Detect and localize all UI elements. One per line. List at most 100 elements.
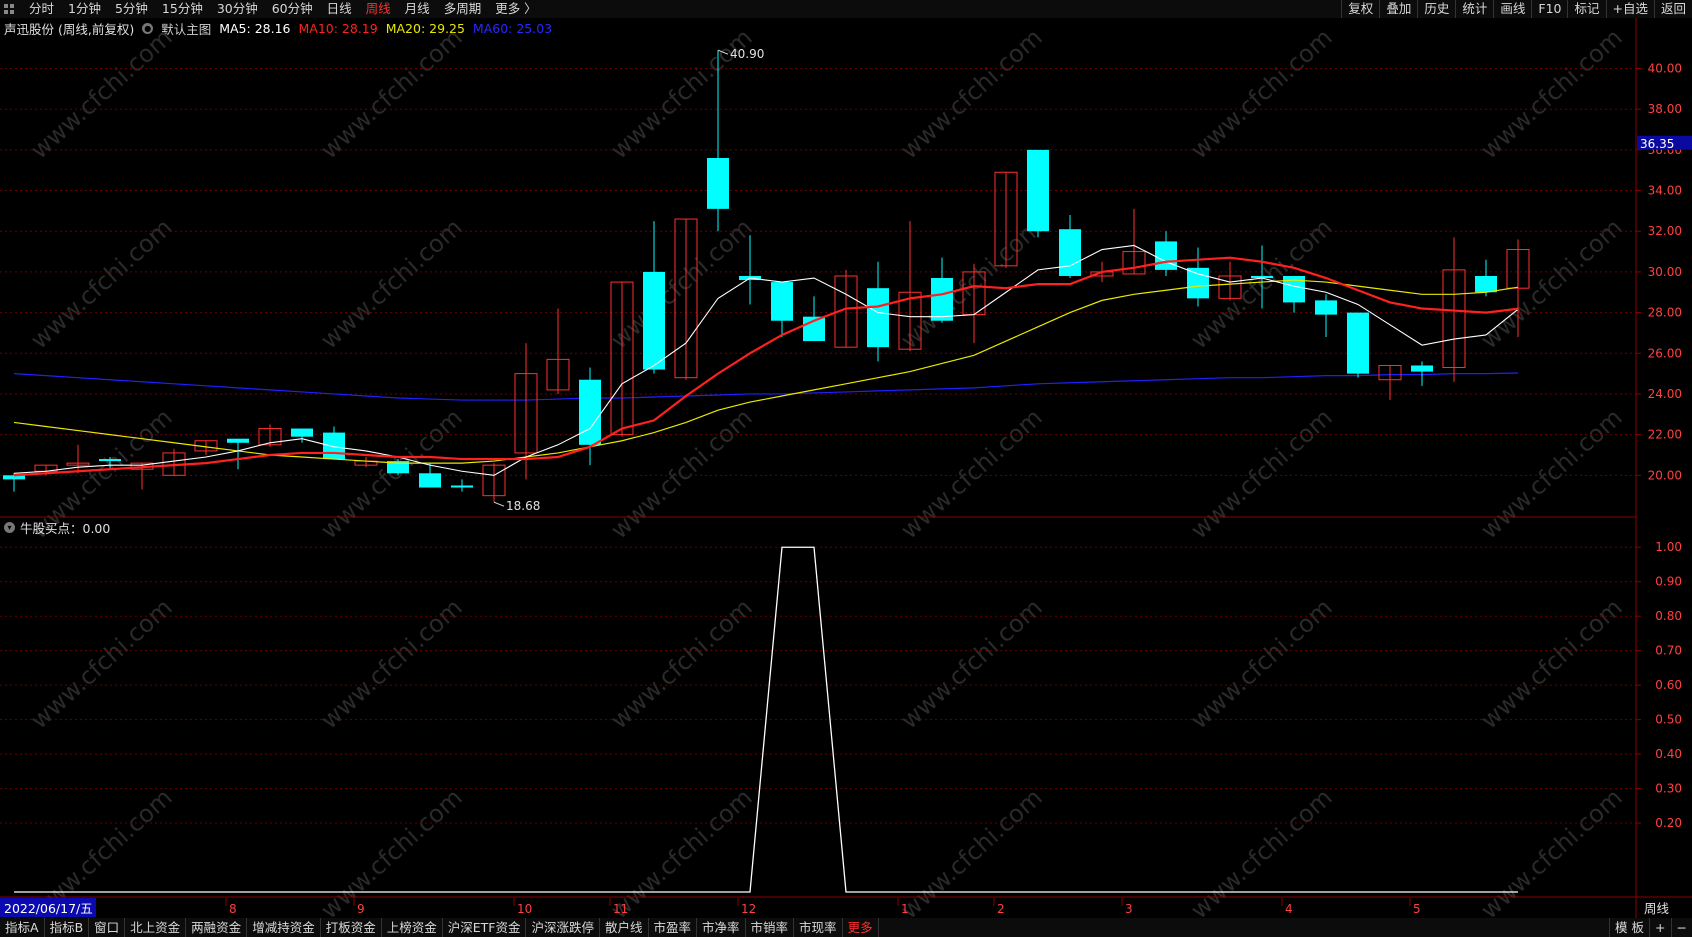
period-tab[interactable]: 多周期 bbox=[437, 0, 489, 18]
period-tab[interactable]: 周线 bbox=[359, 0, 398, 18]
axis-tick-label: 0.50 bbox=[1655, 713, 1682, 727]
candle-body bbox=[1442, 269, 1466, 369]
stock-title[interactable]: 声迅股份 (周线,前复权) bbox=[4, 19, 134, 38]
annotation-arrow bbox=[717, 49, 729, 55]
kline-chart[interactable]: www.cfchi.com www.cfchi.com www.cfchi.com w… bbox=[0, 0, 1692, 937]
watermark-text: www.cfchi.com bbox=[895, 213, 1047, 354]
bottom-tab[interactable]: 更多 bbox=[843, 918, 879, 937]
period-tab[interactable]: 5分钟 bbox=[108, 0, 155, 18]
axis-tick-label: 0.30 bbox=[1655, 782, 1682, 796]
price-tag-bg bbox=[1637, 135, 1692, 150]
period-tab[interactable]: 日线 bbox=[320, 0, 359, 18]
indicator-header: ▾ 牛股买点：0.00 bbox=[4, 518, 110, 537]
period-tab[interactable]: 分时 bbox=[22, 0, 61, 18]
watermark-text: www.cfchi.com bbox=[895, 593, 1047, 734]
bottom-tab[interactable]: 北上资金 bbox=[125, 918, 187, 937]
axis-tick-label: 26.00 bbox=[1648, 346, 1682, 360]
axis-tick-label: 0.90 bbox=[1655, 575, 1682, 589]
date-label-bg bbox=[0, 898, 96, 917]
axis-tick-label: 0.20 bbox=[1655, 816, 1682, 830]
tool-button[interactable]: F10 bbox=[1531, 0, 1567, 18]
date-label: 2022/06/17/五 bbox=[4, 901, 93, 916]
watermark-text: www.cfchi.com bbox=[1475, 783, 1627, 924]
corner-button[interactable]: − bbox=[1670, 918, 1692, 937]
axis-tick-label: 22.00 bbox=[1648, 428, 1682, 442]
bottom-tab[interactable]: 市净率 bbox=[697, 918, 746, 937]
watermark-text: www.cfchi.com bbox=[605, 593, 757, 734]
axis-tick-label: 30.00 bbox=[1648, 265, 1682, 279]
period-tab[interactable]: 60分钟 bbox=[265, 0, 320, 18]
period-tab[interactable]: 15分钟 bbox=[155, 0, 210, 18]
axis-tick-label: 28.00 bbox=[1648, 306, 1682, 320]
candle-body bbox=[546, 358, 570, 391]
bottom-tab[interactable]: 散户线 bbox=[600, 918, 649, 937]
watermark-text: www.cfchi.com bbox=[315, 593, 467, 734]
watermark-text: www.cfchi.com bbox=[1185, 403, 1337, 544]
candle-body bbox=[1059, 229, 1081, 276]
candle-body bbox=[482, 464, 506, 497]
candle-body bbox=[258, 428, 282, 446]
watermark-text: www.cfchi.com bbox=[25, 213, 177, 354]
bottom-tab[interactable]: 两融资金 bbox=[186, 918, 248, 937]
tool-button[interactable]: +自选 bbox=[1605, 0, 1654, 18]
chart-tools: 复权 叠加 历史 统计 画线 F10 标记 +自选 返回 bbox=[1341, 0, 1692, 18]
period-tab[interactable]: 更多 〉 bbox=[488, 0, 543, 18]
settings-circle-icon[interactable]: ● bbox=[142, 22, 154, 34]
tool-button[interactable]: 返回 bbox=[1653, 0, 1692, 18]
bottom-tab[interactable]: 市盈率 bbox=[649, 918, 698, 937]
period-tab[interactable]: 月线 bbox=[398, 0, 437, 18]
axis-tick-label: 0.70 bbox=[1655, 644, 1682, 658]
axis-tick-label: 1.00 bbox=[1655, 540, 1682, 554]
tool-button[interactable]: 标记 bbox=[1567, 0, 1605, 18]
watermark-text: www.cfchi.com bbox=[895, 23, 1047, 164]
bottom-tab[interactable]: 市现率 bbox=[794, 918, 843, 937]
watermark-text: www.cfchi.com bbox=[605, 213, 757, 354]
watermark-text: www.cfchi.com bbox=[315, 213, 467, 354]
bottom-tab[interactable]: 市销率 bbox=[746, 918, 795, 937]
tool-button[interactable]: 叠加 bbox=[1379, 0, 1417, 18]
month-label: 1 bbox=[901, 902, 909, 916]
bottom-tab[interactable]: 窗口 bbox=[89, 918, 126, 937]
watermark-text: www.cfchi.com bbox=[1185, 783, 1337, 924]
watermark-text: www.cfchi.com bbox=[25, 593, 177, 734]
bottom-tab[interactable]: 指标B bbox=[45, 918, 90, 937]
candle-body bbox=[194, 440, 218, 452]
bottom-tabs-bar: 指标A 指标B 窗口 北上资金 两融资金 增减持资金 打板资金 上榜资金 沪深ETF资金 沪深涨跌… bbox=[0, 918, 1692, 937]
ma60-line bbox=[13, 372, 1519, 401]
period-tab[interactable]: 1分钟 bbox=[61, 0, 108, 18]
price-tag-label: 36.35 bbox=[1640, 137, 1674, 151]
corner-button[interactable]: 模 板 bbox=[1609, 918, 1649, 937]
bottom-tab[interactable]: 打板资金 bbox=[321, 918, 382, 937]
candle-body bbox=[130, 462, 154, 470]
candle-body bbox=[834, 275, 858, 348]
watermark-text: www.cfchi.com bbox=[605, 23, 757, 164]
month-label: 4 bbox=[1285, 902, 1293, 916]
tool-button[interactable]: 历史 bbox=[1417, 0, 1455, 18]
tool-button[interactable]: 复权 bbox=[1341, 0, 1379, 18]
grid-icon[interactable] bbox=[4, 4, 15, 15]
bottom-tab[interactable]: 增减持资金 bbox=[247, 918, 321, 937]
tool-button[interactable]: 统计 bbox=[1455, 0, 1493, 18]
candle-body bbox=[1506, 249, 1530, 289]
period-tab[interactable]: 30分钟 bbox=[210, 0, 265, 18]
annotation-label: 40.90 bbox=[730, 47, 764, 61]
bottom-tab[interactable]: 沪深ETF资金 bbox=[443, 918, 527, 937]
bottom-tab[interactable]: 上榜资金 bbox=[382, 918, 443, 937]
corner-button[interactable]: + bbox=[1649, 918, 1670, 937]
axis-tick-label: 20.00 bbox=[1648, 468, 1682, 482]
candle-body bbox=[1155, 241, 1177, 270]
candle-body bbox=[707, 158, 729, 209]
main-chart-label[interactable]: 默认主图 bbox=[161, 19, 211, 38]
indicator-toggle-icon[interactable]: ▾ bbox=[4, 522, 15, 533]
tool-button[interactable]: 画线 bbox=[1493, 0, 1531, 18]
candle-body bbox=[227, 438, 249, 443]
candle-body bbox=[99, 459, 121, 462]
indicator-label: 牛股买点：0.00 bbox=[20, 521, 111, 536]
bottom-tab[interactable]: 指标A bbox=[0, 918, 45, 937]
candle-body bbox=[451, 485, 473, 488]
candle-body bbox=[3, 475, 25, 480]
watermark-text: www.cfchi.com bbox=[605, 403, 757, 544]
bottom-tab[interactable]: 沪深涨跌停 bbox=[526, 918, 600, 937]
watermark-text: www.cfchi.com bbox=[315, 403, 467, 544]
axis-tick-label: 36.00 bbox=[1648, 143, 1682, 157]
